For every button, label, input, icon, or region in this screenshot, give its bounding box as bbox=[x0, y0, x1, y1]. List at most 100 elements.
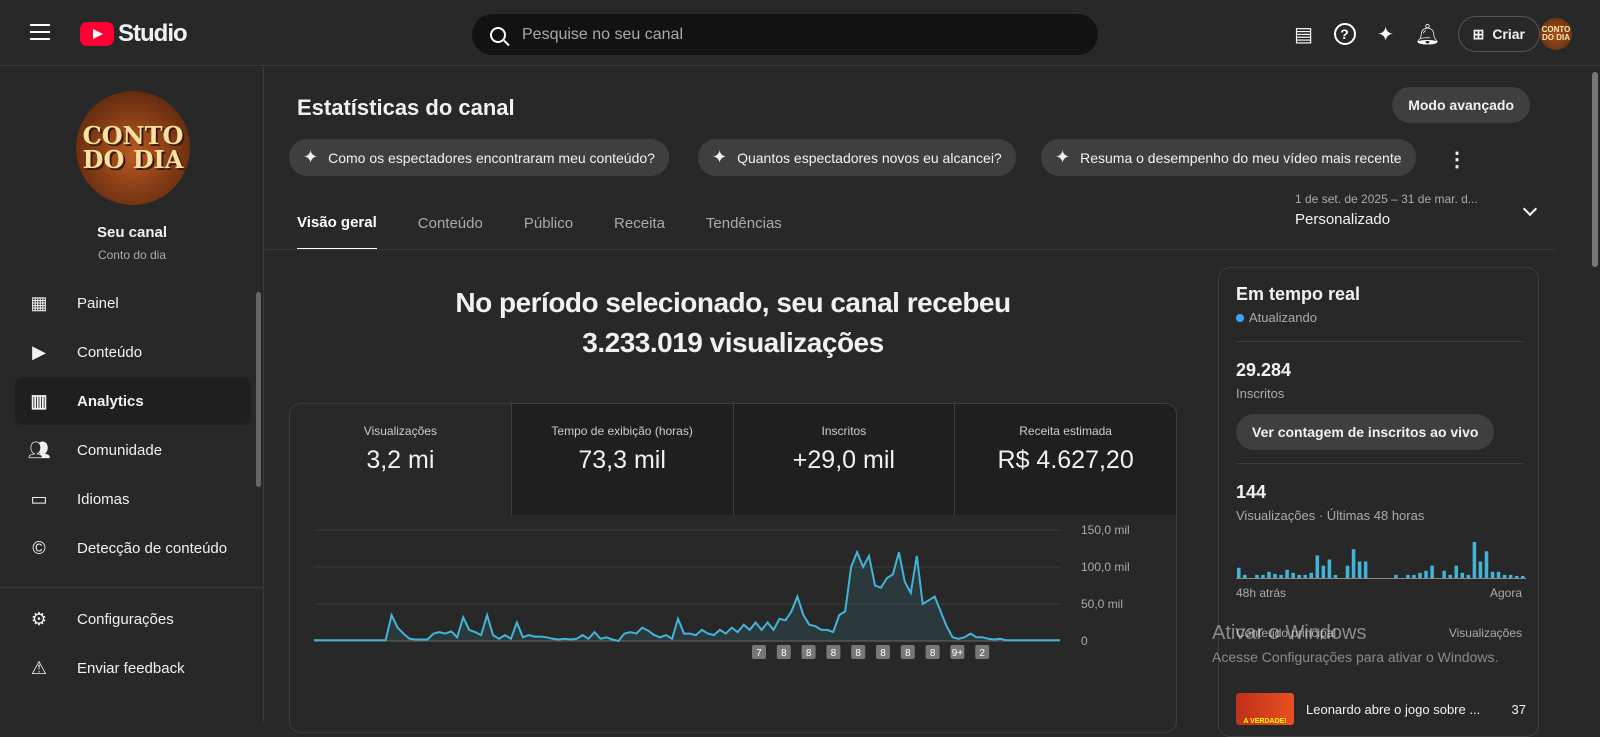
summary-headline: No período selecionado, seu canal recebe… bbox=[415, 283, 1051, 363]
realtime-bar bbox=[1454, 565, 1459, 578]
video-marker-label: 8 bbox=[855, 648, 861, 659]
realtime-bar bbox=[1478, 561, 1483, 578]
nav-label: Analytics bbox=[77, 392, 144, 410]
metrics-card: Visualizações 3,2 mi Tempo de exibição (h… bbox=[289, 403, 1177, 733]
realtime-bar bbox=[1309, 572, 1314, 578]
account-avatar[interactable]: CONTO DO DIA bbox=[1540, 18, 1572, 50]
video-marker-label: 8 bbox=[930, 648, 936, 659]
nav-label: Comunidade bbox=[77, 441, 163, 459]
metric-label: Receita estimada bbox=[1019, 424, 1112, 438]
video-views: 37 bbox=[1511, 701, 1526, 717]
realtime-bar bbox=[1520, 575, 1525, 578]
divider bbox=[0, 587, 264, 588]
copyright-icon: © bbox=[32, 537, 46, 558]
tab-conteudo[interactable]: Conteúdo bbox=[418, 197, 483, 250]
sidebar-item-analytics[interactable]: ▥ Analytics bbox=[15, 377, 251, 425]
page-scrollbar[interactable] bbox=[1592, 72, 1598, 267]
channel-label: Seu canal bbox=[96, 224, 168, 241]
sidebar-item-comunidade[interactable]: 👥︎ Comunidade bbox=[15, 426, 251, 474]
create-label: Criar bbox=[1492, 26, 1525, 42]
views-count: 144 bbox=[1236, 482, 1267, 502]
metric-views[interactable]: Visualizações 3,2 mi bbox=[290, 404, 511, 515]
feedback-chat-icon[interactable]: ▤ bbox=[1292, 22, 1316, 46]
video-marker-label: 2 bbox=[979, 648, 985, 659]
range-preset: Personalizado bbox=[1295, 211, 1391, 228]
video-marker-label: 8 bbox=[905, 648, 911, 659]
subtitles-icon: ▭ bbox=[30, 488, 48, 509]
views-label: Visualizações · Últimas 48 horas bbox=[1236, 508, 1425, 523]
sidebar-scrollbar[interactable] bbox=[256, 292, 261, 487]
chip-label: Resuma o desempenho do meu vídeo mais re… bbox=[1080, 149, 1402, 166]
metric-subscribers[interactable]: Inscritos +29,0 mil bbox=[732, 404, 955, 515]
menu-icon[interactable] bbox=[30, 24, 50, 40]
subscriber-label: Inscritos bbox=[1236, 386, 1285, 401]
dashboard-icon: ▦ bbox=[30, 292, 48, 313]
metric-label: Visualizações bbox=[363, 424, 437, 438]
nav-label: Conteúdo bbox=[77, 343, 143, 361]
realtime-bar bbox=[1333, 574, 1338, 578]
sidebar-item-idiomas[interactable]: ▭ Idiomas bbox=[15, 475, 251, 523]
top-content-row[interactable]: A VERDADE! Leonardo abre o jogo sobre ..… bbox=[1236, 693, 1526, 725]
logo-text: Studio bbox=[118, 20, 188, 47]
create-button[interactable]: ⊞ Criar bbox=[1457, 16, 1540, 52]
tab-receita[interactable]: Receita bbox=[614, 197, 665, 250]
headline-views: 3.233.019 visualizações bbox=[582, 327, 884, 358]
gear-icon: ⚙︎ bbox=[30, 608, 48, 629]
search-input[interactable]: Pesquise no seu canal bbox=[472, 14, 1098, 55]
help-icon[interactable]: ? bbox=[1333, 23, 1356, 45]
realtime-bar bbox=[1430, 565, 1434, 578]
subscriber-count: 29.284 bbox=[1236, 360, 1292, 380]
date-range-picker[interactable]: 1 de set. de 2025 – 31 de mar. d... Pers… bbox=[1295, 192, 1538, 228]
sparkle-icon[interactable]: ✦ bbox=[1374, 22, 1398, 46]
realtime-bar bbox=[1472, 542, 1477, 578]
realtime-bar bbox=[1418, 572, 1422, 578]
realtime-status: Atualizando bbox=[1236, 310, 1317, 325]
sidebar-item-deteccao[interactable]: © Detecção de conteúdo bbox=[15, 524, 251, 572]
video-marker-label: 8 bbox=[806, 648, 812, 659]
studio-logo[interactable]: Studio bbox=[80, 20, 188, 48]
chip-label: Quantos espectadores novos eu alcancei? bbox=[737, 149, 1002, 166]
advanced-mode-button[interactable]: Modo avançado bbox=[1392, 87, 1530, 123]
metric-value: 3,2 mi bbox=[366, 446, 435, 474]
realtime-bar bbox=[1243, 574, 1247, 578]
metric-label: Inscritos bbox=[821, 424, 867, 438]
nav-label: Configurações bbox=[77, 610, 174, 628]
suggestion-chip[interactable]: ✦ Resuma o desempenho do meu vídeo mais r… bbox=[1041, 139, 1416, 176]
realtime-bar bbox=[1273, 573, 1277, 578]
sparkle-icon: ✦ bbox=[303, 147, 319, 167]
sidebar-item-conteudo[interactable]: ▶︎ Conteúdo bbox=[15, 328, 251, 376]
realtime-bar bbox=[1514, 575, 1519, 578]
suggestion-chip[interactable]: ✦ Como os espectadores encontraram meu co… bbox=[289, 139, 669, 176]
video-add-icon: ⊞ bbox=[1472, 25, 1485, 42]
tab-tendencias[interactable]: Tendências bbox=[706, 197, 782, 250]
suggestion-chip[interactable]: ✦ Quantos espectadores novos eu alcancei? bbox=[698, 139, 1016, 176]
bell-icon[interactable]: 🔔︎ bbox=[1415, 22, 1440, 46]
divider bbox=[1236, 341, 1523, 342]
headline-line: No período selecionado, seu canal recebe… bbox=[455, 287, 1011, 318]
realtime-bar bbox=[1297, 574, 1301, 578]
live-subscriber-count-button[interactable]: Ver contagem de inscritos ao vivo bbox=[1236, 414, 1495, 450]
realtime-bar bbox=[1412, 574, 1416, 578]
channel-avatar[interactable]: CONTO DO DIA bbox=[76, 91, 190, 205]
sidebar-item-painel[interactable]: ▦ Painel bbox=[15, 279, 251, 327]
tab-bar: Visão geral Conteúdo Público Receita Ten… bbox=[297, 197, 782, 250]
sidebar-item-feedback[interactable]: ⚠︎ Enviar feedback bbox=[15, 644, 251, 692]
sidebar-item-configuracoes[interactable]: ⚙︎ Configurações bbox=[15, 595, 251, 643]
y-tick-label: 100,0 mil bbox=[1081, 560, 1130, 574]
metric-watch-time[interactable]: Tempo de exibição (horas) 73,3 mil bbox=[510, 404, 733, 515]
tab-visao-geral[interactable]: Visão geral bbox=[297, 197, 377, 250]
metric-label: Tempo de exibição (horas) bbox=[551, 424, 693, 438]
nav-label: Painel bbox=[77, 294, 119, 312]
realtime-bar bbox=[1291, 572, 1295, 578]
page-title: Estatísticas do canal bbox=[297, 95, 515, 120]
tab-publico[interactable]: Público bbox=[524, 197, 573, 250]
realtime-bar bbox=[1357, 561, 1362, 578]
windows-activation-watermark: Ativar o Windows Acesse Configurações par… bbox=[1212, 622, 1498, 665]
realtime-bar bbox=[1261, 574, 1265, 578]
series-line bbox=[314, 549, 1060, 643]
realtime-bar bbox=[1303, 574, 1307, 578]
video-thumbnail: A VERDADE! bbox=[1236, 693, 1294, 725]
metric-revenue[interactable]: Receita estimada R$ 4.627,20 bbox=[954, 404, 1176, 515]
realtime-bar bbox=[1237, 567, 1241, 578]
more-options-icon[interactable]: ⋮ bbox=[1447, 147, 1467, 172]
